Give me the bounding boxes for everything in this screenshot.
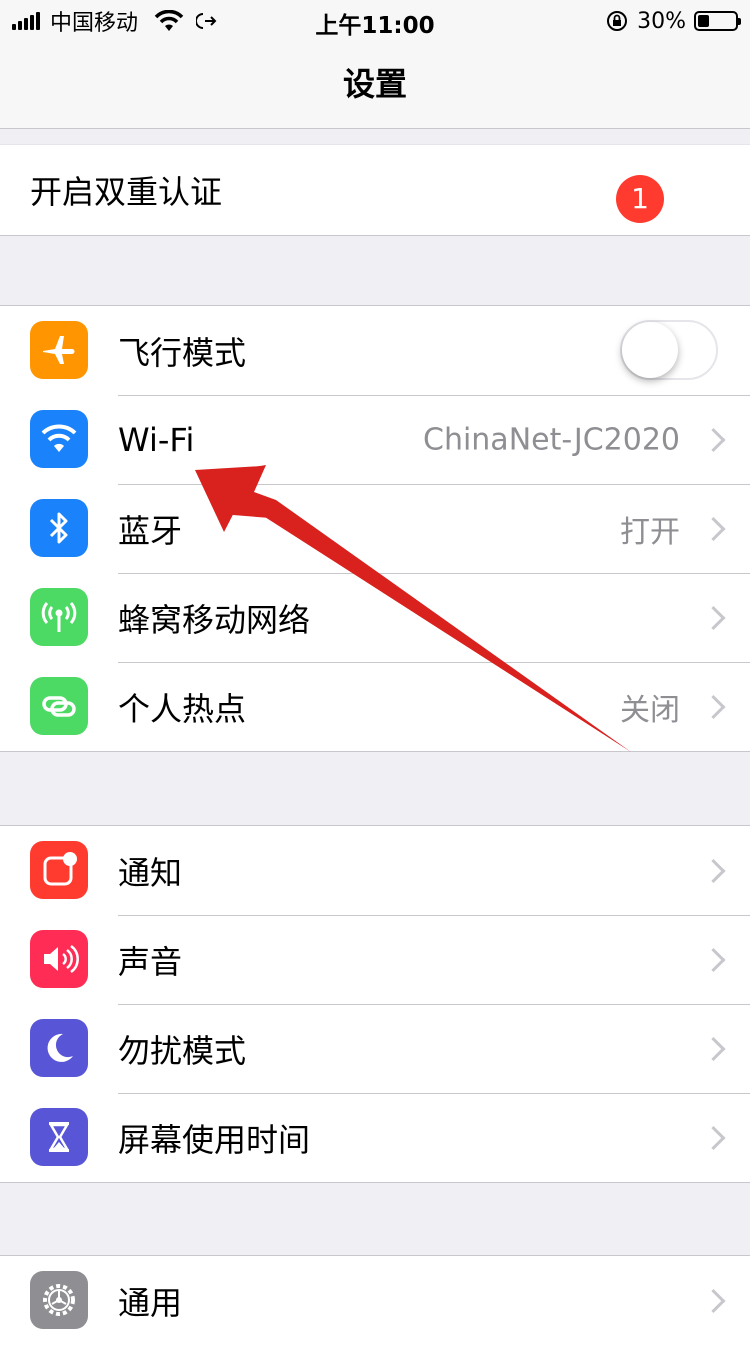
- chevron-right-icon: [701, 605, 726, 630]
- do-not-disturb-label: 勿扰模式: [118, 1031, 247, 1070]
- moon-icon: [30, 1019, 88, 1077]
- screen-time-label: 屏幕使用时间: [118, 1120, 311, 1159]
- notifications-icon: [30, 841, 88, 899]
- general-label: 通用: [118, 1283, 183, 1322]
- chevron-right-icon: [701, 1036, 726, 1061]
- status-bar: 中国移动 上午11:00 30%: [0, 0, 750, 40]
- chevron-right-icon: [701, 858, 726, 883]
- sound-label: 声音: [118, 942, 183, 981]
- chevron-right-icon: [701, 427, 726, 452]
- chevron-right-icon: [701, 1125, 726, 1150]
- battery-icon: [694, 11, 741, 31]
- wifi-label: Wi-Fi: [118, 420, 195, 459]
- chevron-right-icon: [701, 1288, 726, 1313]
- wifi-network-name: ChinaNet-JC2020: [423, 422, 680, 457]
- chevron-right-icon: [701, 516, 726, 541]
- chevron-right-icon: [701, 694, 726, 719]
- gear-icon: [30, 1271, 88, 1329]
- hotspot-icon: [30, 677, 88, 735]
- cellular-icon: [30, 588, 88, 646]
- notification-badge: 1: [616, 175, 664, 223]
- sound-icon: [30, 930, 88, 988]
- two-factor-label: 开启双重认证: [30, 173, 223, 211]
- two-factor-group: 开启双重认证 1: [0, 144, 750, 236]
- cellular-row[interactable]: 蜂窝移动网络: [0, 573, 750, 662]
- bluetooth-row[interactable]: 蓝牙 打开: [0, 484, 750, 573]
- do-not-disturb-row[interactable]: 勿扰模式: [0, 1004, 750, 1093]
- two-factor-row[interactable]: 开启双重认证 1: [0, 145, 750, 235]
- cellular-label: 蜂窝移动网络: [118, 600, 311, 639]
- battery-percent: 30%: [637, 8, 686, 34]
- network-group: 飞行模式 Wi-Fi ChinaNet-JC2020 蓝牙 打开 蜂窝移动网络 …: [0, 305, 750, 752]
- general-group: 通用: [0, 1255, 750, 1345]
- airplane-mode-label: 飞行模式: [118, 333, 247, 372]
- toggle-knob: [622, 322, 678, 378]
- airplane-mode-toggle[interactable]: [620, 320, 718, 380]
- notifications-label: 通知: [118, 853, 183, 892]
- page-title: 设置: [342, 65, 407, 103]
- screen-time-row[interactable]: 屏幕使用时间: [0, 1093, 750, 1182]
- wifi-row[interactable]: Wi-Fi ChinaNet-JC2020: [0, 395, 750, 484]
- bluetooth-label: 蓝牙: [118, 511, 183, 550]
- chevron-right-icon: [701, 947, 726, 972]
- airplane-mode-row: 飞行模式: [0, 306, 750, 395]
- wifi-icon: [30, 410, 88, 468]
- bluetooth-icon: [30, 499, 88, 557]
- navigation-bar: 设置: [0, 40, 750, 129]
- general-row[interactable]: 通用: [0, 1256, 750, 1345]
- notifications-row[interactable]: 通知: [0, 826, 750, 915]
- hotspot-label: 个人热点: [118, 689, 247, 728]
- bluetooth-status: 打开: [620, 514, 680, 550]
- hotspot-status: 关闭: [620, 692, 680, 728]
- airplane-icon: [30, 321, 88, 379]
- hourglass-icon: [30, 1108, 88, 1166]
- rotation-lock-icon: [607, 11, 628, 31]
- notifications-group: 通知 声音 勿扰模式 屏幕使用时间: [0, 825, 750, 1183]
- battery-fill: [698, 15, 709, 27]
- hotspot-row[interactable]: 个人热点 关闭: [0, 662, 750, 751]
- sound-row[interactable]: 声音: [0, 915, 750, 1004]
